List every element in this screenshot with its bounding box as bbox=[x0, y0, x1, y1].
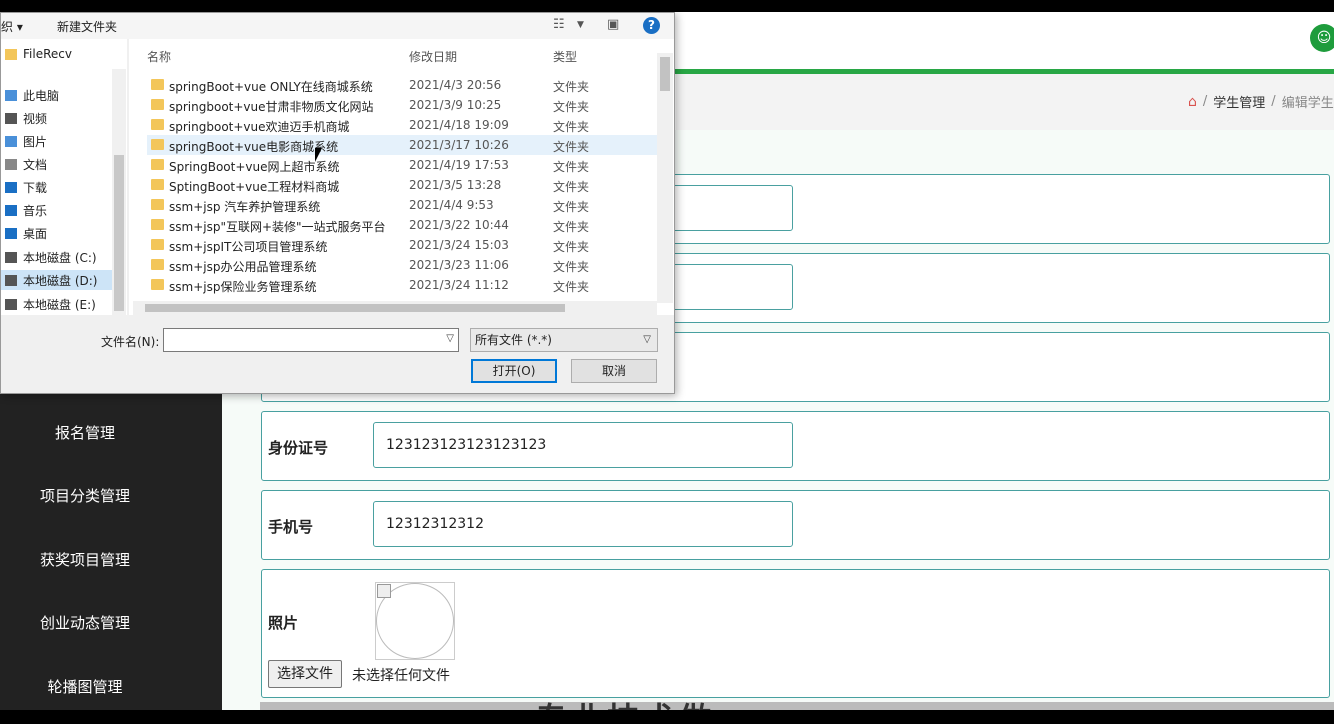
horizontal-scrollbar[interactable] bbox=[133, 301, 657, 315]
screen: ☺ ⌂ / 学生管理 / 编辑学生 身份证号 12312312312312312… bbox=[0, 12, 1334, 710]
folder-icon bbox=[151, 279, 164, 290]
computer-icon bbox=[5, 89, 17, 101]
preview-pane-icon[interactable]: ▣ bbox=[607, 17, 619, 32]
id-card-label: 身份证号 bbox=[268, 439, 329, 457]
music-icon bbox=[5, 204, 17, 216]
view-icon[interactable]: ☷ bbox=[553, 17, 565, 32]
horizontal-scroll-thumb[interactable] bbox=[145, 304, 565, 312]
folder-icon bbox=[151, 199, 164, 210]
nav-item-pictures[interactable]: 图片 bbox=[5, 131, 47, 151]
file-row[interactable]: ssm+jsp保险业务管理系统 2021/3/24 11:12 文件夹 bbox=[147, 275, 657, 295]
id-card-input[interactable]: 123123123123123123 bbox=[373, 422, 793, 468]
breadcrumb-current: 编辑学生 bbox=[1281, 96, 1334, 111]
document-icon bbox=[5, 158, 17, 170]
nav-scrollbar[interactable] bbox=[112, 69, 126, 339]
chevron-down-icon: ▽ bbox=[643, 334, 651, 345]
nav-item-drive-e[interactable]: 本地磁盘 (E:) bbox=[5, 294, 96, 314]
chevron-down-icon[interactable]: ▽ bbox=[446, 333, 454, 344]
form-row-phone: 手机号 12312312312 bbox=[261, 490, 1330, 560]
desktop-icon bbox=[5, 227, 17, 239]
nav-item-this-pc[interactable]: 此电脑 bbox=[5, 85, 59, 105]
download-icon bbox=[5, 181, 17, 193]
choose-file-button[interactable]: 选择文件 bbox=[268, 660, 342, 688]
form-row-id-card: 身份证号 123123123123123123 bbox=[261, 411, 1330, 481]
nav-item-filerecv[interactable]: FileRecv bbox=[5, 44, 72, 64]
column-name[interactable]: 名称 bbox=[147, 48, 171, 65]
column-date[interactable]: 修改日期 bbox=[409, 48, 457, 65]
folder-icon bbox=[151, 119, 164, 130]
file-type-select[interactable]: 所有文件 (*.*) ▽ bbox=[470, 328, 658, 352]
file-list: 名称 修改日期 类型 springBoot+vue ONLY在线商城系统 202… bbox=[129, 39, 674, 315]
mouse-cursor-icon bbox=[315, 148, 322, 162]
column-type[interactable]: 类型 bbox=[553, 48, 577, 65]
nav-item-drive-d[interactable]: 本地磁盘 (D:) bbox=[1, 270, 125, 290]
file-row[interactable]: SptingBoot+vue工程材料商城 2021/3/5 13:28 文件夹 bbox=[147, 175, 657, 195]
open-button[interactable]: 打开(O) bbox=[471, 359, 557, 383]
view-dropdown-icon[interactable]: ▼ bbox=[577, 20, 584, 30]
file-row[interactable]: ssm+jsp 汽车养护管理系统 2021/4/4 9:53 文件夹 bbox=[147, 195, 657, 215]
navigation-pane: FileRecv 此电脑 视频 图片 文档 下载 音乐 桌面 本地磁盘 (C:)… bbox=[1, 39, 127, 339]
phone-label: 手机号 bbox=[268, 518, 314, 536]
folder-icon bbox=[151, 79, 164, 90]
file-row[interactable]: springboot+vue欢迪迈手机商城 2021/4/18 19:09 文件… bbox=[147, 115, 657, 135]
breadcrumb-section[interactable]: 学生管理 bbox=[1213, 92, 1265, 111]
drive-icon bbox=[5, 251, 17, 263]
dialog-toolbar: 织 ▾ 新建文件夹 ☷ ▼ ▣ ? bbox=[1, 13, 674, 39]
nav-scroll-thumb[interactable] bbox=[114, 155, 124, 311]
folder-icon bbox=[151, 259, 164, 270]
sidebar-item-carousel[interactable]: 轮播图管理 bbox=[0, 676, 170, 697]
folder-icon bbox=[151, 179, 164, 190]
file-row[interactable]: ssm+jspIT公司项目管理系统 2021/3/24 15:03 文件夹 bbox=[147, 235, 657, 255]
filename-input[interactable]: ▽ bbox=[163, 328, 459, 352]
file-row[interactable]: SpringBoot+vue网上超市系统 2021/4/19 17:53 文件夹 bbox=[147, 155, 657, 175]
new-folder-button[interactable]: 新建文件夹 bbox=[57, 18, 117, 35]
nav-item-downloads[interactable]: 下载 bbox=[5, 177, 47, 197]
video-icon bbox=[5, 112, 17, 124]
picture-icon bbox=[5, 135, 17, 147]
folder-icon bbox=[151, 219, 164, 230]
form-row-photo: 照片 选择文件 未选择任何文件 bbox=[261, 569, 1330, 698]
help-icon[interactable]: ? bbox=[643, 17, 660, 34]
folder-icon bbox=[5, 48, 17, 60]
photo-label: 照片 bbox=[268, 614, 299, 632]
sidebar-item-awards[interactable]: 获奖项目管理 bbox=[0, 549, 170, 570]
folder-icon bbox=[151, 159, 164, 170]
footer-title: 专业技术做 bbox=[535, 694, 715, 710]
sidebar-item-category[interactable]: 项目分类管理 bbox=[0, 485, 170, 506]
phone-input[interactable]: 12312312312 bbox=[373, 501, 793, 547]
file-row[interactable]: ssm+jsp"互联网+装修"一站式服务平台 2021/3/22 10:44 文… bbox=[147, 215, 657, 235]
file-row[interactable]: ssm+jsp办公用品管理系统 2021/3/23 11:06 文件夹 bbox=[147, 255, 657, 275]
drive-icon bbox=[5, 298, 17, 310]
file-list-scrollbar[interactable] bbox=[657, 53, 673, 303]
nav-item-videos[interactable]: 视频 bbox=[5, 108, 47, 128]
drive-icon bbox=[5, 274, 17, 286]
photo-preview bbox=[375, 582, 455, 660]
filename-label: 文件名(N): bbox=[101, 335, 160, 349]
folder-icon bbox=[151, 139, 164, 150]
breadcrumb: ⌂ / 学生管理 / 编辑学生 bbox=[1188, 92, 1334, 112]
file-open-dialog: 织 ▾ 新建文件夹 ☷ ▼ ▣ ? FileRecv 此电脑 视频 图片 文档 … bbox=[0, 12, 675, 394]
nav-item-documents[interactable]: 文档 bbox=[5, 154, 47, 174]
sidebar-item-registration[interactable]: 报名管理 bbox=[0, 422, 170, 443]
nav-item-music[interactable]: 音乐 bbox=[5, 200, 47, 220]
file-status: 未选择任何文件 bbox=[352, 668, 450, 684]
nav-item-drive-c[interactable]: 本地磁盘 (C:) bbox=[5, 247, 97, 267]
folder-icon bbox=[151, 99, 164, 110]
nav-item-desktop[interactable]: 桌面 bbox=[5, 223, 47, 243]
file-row[interactable]: springBoot+vue ONLY在线商城系统 2021/4/3 20:56… bbox=[147, 75, 657, 95]
sidebar: 报名管理 项目分类管理 获奖项目管理 创业动态管理 轮播图管理 bbox=[0, 394, 222, 710]
home-icon[interactable]: ⌂ bbox=[1188, 94, 1197, 110]
broken-image-icon bbox=[377, 584, 391, 598]
folder-icon bbox=[151, 239, 164, 250]
bottom-strip bbox=[260, 702, 1334, 710]
user-icon[interactable]: ☺ bbox=[1310, 24, 1334, 52]
cancel-button[interactable]: 取消 bbox=[571, 359, 657, 383]
sidebar-item-news[interactable]: 创业动态管理 bbox=[0, 612, 170, 633]
organize-button[interactable]: 织 ▾ bbox=[1, 18, 23, 35]
file-list-scroll-thumb[interactable] bbox=[660, 57, 670, 91]
file-row[interactable]: springBoot+vue电影商城系统 2021/3/17 10:26 文件夹 bbox=[147, 135, 657, 155]
file-row[interactable]: springboot+vue甘肃非物质文化网站 2021/3/9 10:25 文… bbox=[147, 95, 657, 115]
